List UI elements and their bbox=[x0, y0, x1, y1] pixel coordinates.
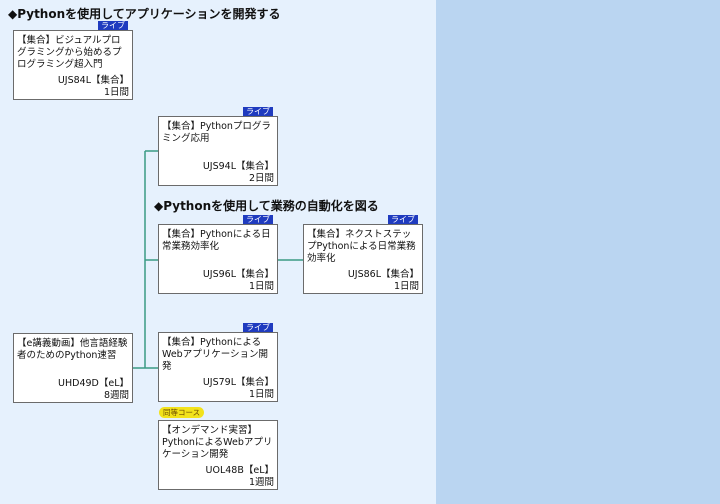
course-duration: 1週間 bbox=[248, 477, 274, 488]
course-duration: 1日間 bbox=[248, 389, 274, 400]
course-duration: 8週間 bbox=[103, 390, 129, 401]
course-title: 【集合】Pythonによる日常業務効率化 bbox=[162, 229, 271, 252]
course-title: 【集合】Pythonプログラミング応用 bbox=[162, 121, 271, 144]
course-card-ujs86l[interactable]: 【集合】ネクストステップPythonによる日常業務効率化 UJS86L【集合】 … bbox=[303, 224, 423, 294]
course-code: UJS79L【集合】 bbox=[202, 377, 274, 388]
course-code: UJS96L【集合】 bbox=[202, 269, 274, 280]
section-heading-app-dev: ◆Pythonを使用してアプリケーションを開発する bbox=[8, 7, 281, 21]
section-heading-automation: ◆Pythonを使用して業務の自動化を図る bbox=[154, 199, 379, 213]
course-title: 【集合】ビジュアルプログラミングから始めるプログラミング超入門 bbox=[17, 35, 122, 70]
course-duration: 1日間 bbox=[248, 281, 274, 292]
course-code: UJS84L【集合】 bbox=[57, 75, 129, 86]
course-title: 【e講義動画】他言語経験者のためのPython速習 bbox=[17, 338, 128, 361]
course-card-ujs94l[interactable]: 【集合】Pythonプログラミング応用 UJS94L【集合】 2日間 bbox=[158, 116, 278, 186]
course-card-ujs96l[interactable]: 【集合】Pythonによる日常業務効率化 UJS96L【集合】 1日間 bbox=[158, 224, 278, 294]
course-duration: 2日間 bbox=[248, 173, 274, 184]
course-duration: 1日間 bbox=[103, 87, 129, 98]
course-duration: 1日間 bbox=[393, 281, 419, 292]
course-card-uol48b[interactable]: 【オンデマンド実習】PythonによるWebアプリケーション開発 UOL48B【… bbox=[158, 420, 278, 490]
equivalent-course-badge: 同等コース bbox=[159, 407, 205, 418]
course-card-uhd49d[interactable]: 【e講義動画】他言語経験者のためのPython速習 UHD49D【eL】 8週間 bbox=[13, 333, 133, 403]
course-code: UJS94L【集合】 bbox=[202, 161, 274, 172]
course-title: 【集合】ネクストステップPythonによる日常業務効率化 bbox=[307, 229, 416, 264]
course-code: UHD49D【eL】 bbox=[58, 378, 129, 389]
course-code: UOL48B【eL】 bbox=[205, 465, 274, 476]
course-code: UJS86L【集合】 bbox=[347, 269, 419, 280]
course-title: 【オンデマンド実習】PythonによるWebアプリケーション開発 bbox=[162, 425, 273, 460]
course-card-ujs79l[interactable]: 【集合】PythonによるWebアプリケーション開発 UJS79L【集合】 1日… bbox=[158, 332, 278, 402]
course-title: 【集合】PythonによるWebアプリケーション開発 bbox=[162, 337, 269, 372]
course-card-ujs84l[interactable]: 【集合】ビジュアルプログラミングから始めるプログラミング超入門 UJS84L【集… bbox=[13, 30, 133, 100]
